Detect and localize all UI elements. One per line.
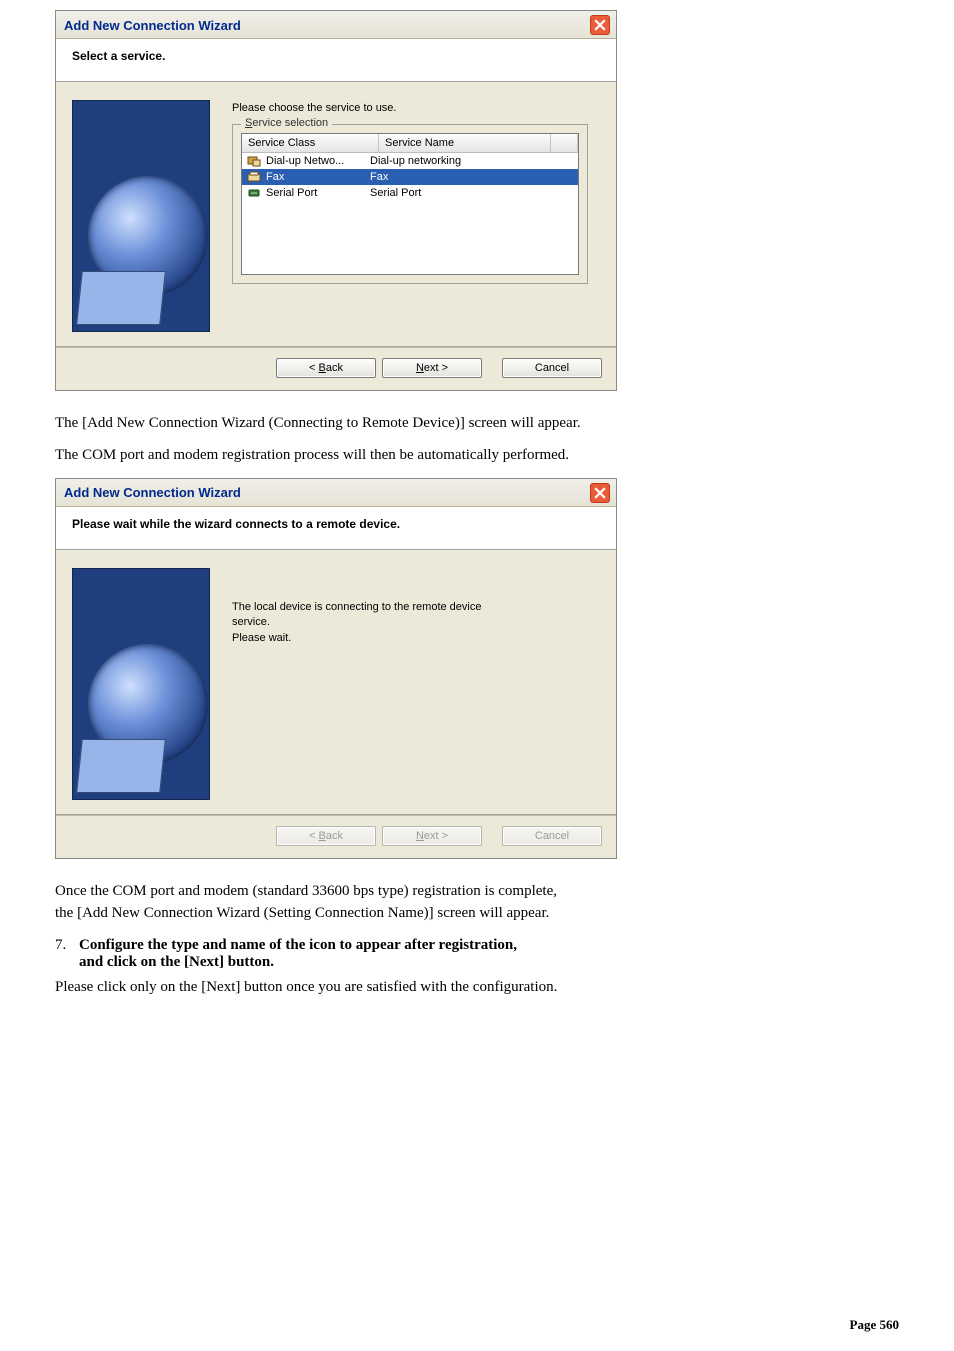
paragraph: The [Add New Connection Wizard (Connecti… <box>55 413 899 433</box>
list-item[interactable]: Fax Fax <box>242 169 578 185</box>
scroll-spacer <box>551 134 578 152</box>
dialup-icon <box>246 154 262 168</box>
back-button: < Back <box>276 826 376 846</box>
paragraph: Please click only on the [Next] button o… <box>55 977 899 997</box>
titlebar: Add New Connection Wizard <box>56 479 616 507</box>
serial-port-icon <box>246 186 262 200</box>
step-number: 7. <box>55 937 79 971</box>
wizard-header: Please wait while the wizard connects to… <box>56 507 616 550</box>
wizard-header-title: Please wait while the wizard connects to… <box>72 517 400 531</box>
wizard-select-service: Add New Connection Wizard Select a servi… <box>55 10 617 391</box>
wizard-side-graphic <box>72 100 210 332</box>
group-legend: Service selection <box>241 117 332 129</box>
back-button[interactable]: < Back <box>276 358 376 378</box>
titlebar: Add New Connection Wizard <box>56 11 616 39</box>
paragraph: Once the COM port and modem (standard 33… <box>55 881 899 901</box>
column-service-class[interactable]: Service Class <box>242 134 379 152</box>
page-footer: Page 560 <box>850 1317 899 1333</box>
wizard-header-title: Select a service. <box>72 49 165 63</box>
cancel-button: Cancel <box>502 826 602 846</box>
listview-header: Service Class Service Name <box>242 134 578 153</box>
wizard-connecting: Add New Connection Wizard Please wait wh… <box>55 478 617 859</box>
intro-text: Please choose the service to use. <box>232 102 588 114</box>
next-button[interactable]: Next > <box>382 358 482 378</box>
wizard-button-row: < Back Next > Cancel <box>56 816 616 858</box>
list-item[interactable]: Serial Port Serial Port <box>242 185 578 201</box>
next-button: Next > <box>382 826 482 846</box>
cancel-button[interactable]: Cancel <box>502 358 602 378</box>
service-selection-group: Service selection Service Class Service … <box>232 124 588 284</box>
fax-icon <box>246 170 262 184</box>
service-listview[interactable]: Service Class Service Name Dial-up Netwo… <box>241 133 579 275</box>
wizard-button-row: < Back Next > Cancel <box>56 348 616 390</box>
paragraph: The COM port and modem registration proc… <box>55 445 899 465</box>
column-service-name[interactable]: Service Name <box>379 134 551 152</box>
wizard-side-graphic <box>72 568 210 800</box>
step-item: 7. Configure the type and name of the ic… <box>55 937 899 971</box>
close-icon[interactable] <box>590 483 610 503</box>
window-title: Add New Connection Wizard <box>64 485 241 500</box>
step-text: Configure the type and name of the icon … <box>79 937 899 971</box>
window-title: Add New Connection Wizard <box>64 18 241 33</box>
list-item[interactable]: Dial-up Netwo... Dial-up networking <box>242 153 578 169</box>
close-icon[interactable] <box>590 15 610 35</box>
connecting-message: The local device is connecting to the re… <box>232 570 588 648</box>
wizard-header: Select a service. <box>56 39 616 82</box>
paragraph: the [Add New Connection Wizard (Setting … <box>55 903 899 923</box>
